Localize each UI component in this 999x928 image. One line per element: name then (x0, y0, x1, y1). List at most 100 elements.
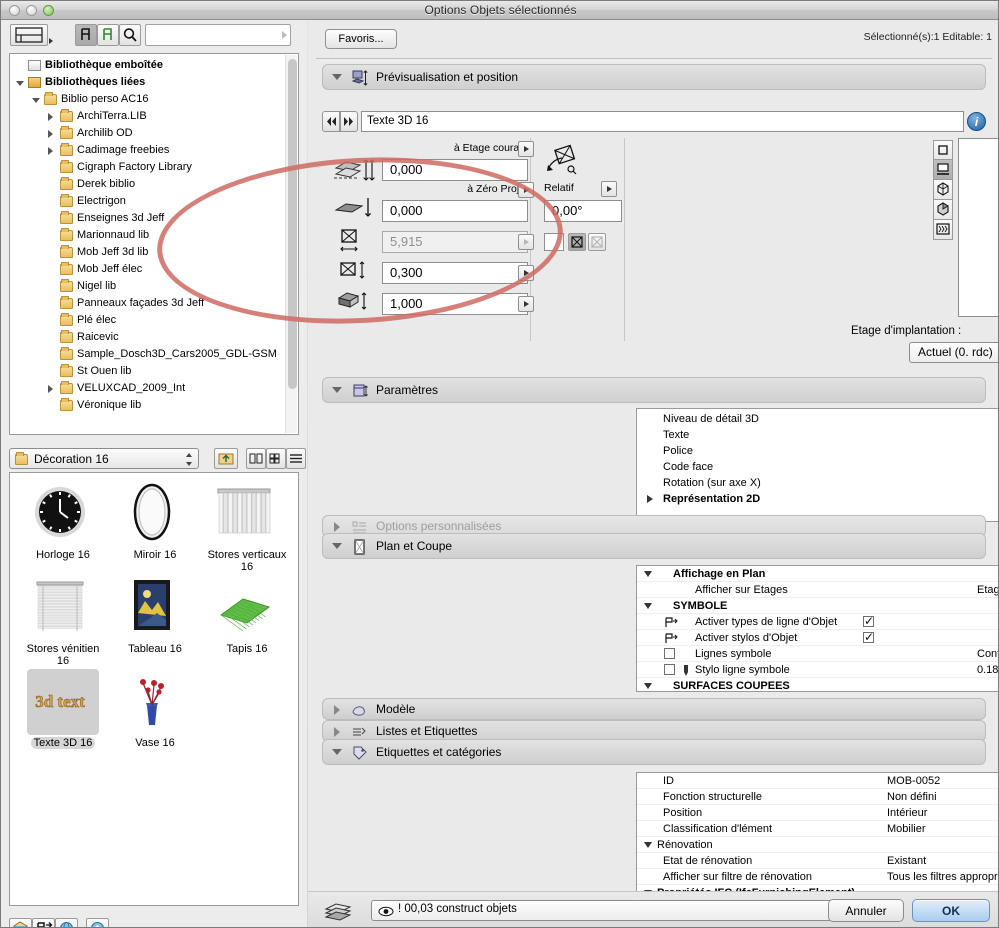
table-row[interactable]: ID MOB-0052 (637, 773, 998, 789)
table-row[interactable]: Position Intérieur (637, 805, 998, 821)
section-header-model[interactable]: Modèle (322, 698, 986, 720)
object-item[interactable]: Tableau 16 (112, 575, 198, 655)
preview-2d-icon[interactable] (933, 160, 953, 180)
list-view-small-icon[interactable] (286, 448, 306, 469)
tree-item[interactable]: Electrigon (10, 193, 284, 210)
globe-icon[interactable] (55, 918, 78, 927)
large-icons-view-icon[interactable] (246, 448, 266, 469)
folder-up-icon[interactable] (214, 448, 238, 469)
tree-item[interactable]: Mob Jeff 3d lib (10, 244, 284, 261)
plan-view-icon[interactable] (933, 140, 953, 160)
tree-item[interactable]: Mob Jeff élec (10, 261, 284, 278)
object-width-input[interactable]: 5,915 (382, 231, 528, 253)
table-row[interactable]: Fonction structurelle Non défini (637, 789, 998, 805)
table-row[interactable]: Etat de rénovation Existant (637, 853, 998, 869)
row-checkbox[interactable] (863, 629, 874, 645)
home-storey-select[interactable]: Actuel (0. rdc) (909, 342, 998, 363)
parameters-table[interactable]: Niveau de détail 3DDétailléTexteAntonell… (636, 408, 998, 522)
mirror-x-icon[interactable] (568, 233, 586, 251)
mirror-y-icon[interactable] (588, 233, 606, 251)
library-manager-icon[interactable] (9, 918, 32, 927)
tree-twisty[interactable] (48, 113, 53, 121)
table-row[interactable]: Stylo ligne symbole0.18 mm235 (637, 662, 998, 678)
object-item[interactable]: 3d text Texte 3D 16 (20, 669, 106, 749)
chevron-right-icon[interactable] (647, 495, 653, 503)
tree-item[interactable]: Cigraph Factory Library (10, 159, 284, 176)
table-row[interactable]: Représentation 2D (637, 491, 998, 507)
elevation-zero-input[interactable]: 0,000 (382, 200, 528, 222)
object-depth-stepper[interactable] (518, 296, 534, 312)
row-toggle-checkbox[interactable] (664, 648, 675, 659)
tree-twisty[interactable] (32, 98, 40, 103)
object-preview[interactable]: Antonelle (958, 138, 998, 317)
row-toggle-checkbox[interactable] (664, 664, 675, 675)
tree-item[interactable]: Archilib OD (10, 125, 284, 142)
table-row[interactable]: Activer types de ligne d'Objet (637, 613, 998, 630)
tree-item[interactable]: Bibliothèque emboîtée (10, 57, 284, 74)
tree-scroll-thumb[interactable] (288, 59, 297, 389)
chevron-down-icon[interactable] (644, 571, 652, 577)
tree-item[interactable]: Véronique lib (10, 397, 284, 414)
chevron-down-icon[interactable] (644, 603, 652, 609)
table-row[interactable]: Lignes symbole Continu (637, 646, 998, 662)
place-object-icon[interactable] (32, 918, 55, 927)
chair-green-icon[interactable] (97, 24, 119, 46)
tree-item[interactable]: Panneaux façades 3d Jeff (10, 295, 284, 312)
rotation-input[interactable]: 0,00° (544, 200, 622, 222)
elevation-current-stepper[interactable] (518, 141, 534, 157)
cancel-button[interactable]: Annuler (828, 899, 904, 922)
chevron-updown-icon[interactable] (186, 453, 193, 466)
tree-item[interactable]: St Ouen lib (10, 363, 284, 380)
editable-params-icon[interactable] (933, 220, 953, 240)
object-height-input[interactable]: 0,300 (382, 262, 528, 284)
tree-twisty[interactable] (48, 147, 53, 155)
tree-item[interactable]: Plé élec (10, 312, 284, 329)
tree-item[interactable]: Marionnaud lib (10, 227, 284, 244)
section-header-tags[interactable]: Etiquettes et catégories (322, 739, 986, 765)
chevron-down-icon[interactable] (332, 543, 342, 549)
search-icon[interactable] (119, 24, 141, 46)
elevation-zero-stepper[interactable] (518, 182, 534, 198)
chevron-down-icon[interactable] (332, 749, 342, 755)
table-row[interactable]: Afficher sur Etages Etage d'implantation … (637, 582, 998, 598)
tree-item[interactable]: Enseignes 3d Jeff (10, 210, 284, 227)
chevron-right-icon[interactable] (334, 727, 340, 737)
library-tree[interactable]: Bibliothèque emboîtée Bibliothèques liées… (9, 53, 299, 435)
table-row[interactable]: Afficher sur filtre de rénovation Tous le… (637, 869, 998, 885)
tree-item[interactable]: Biblio perso AC16 (10, 91, 284, 108)
table-row[interactable]: SYMBOLE (637, 598, 998, 614)
layer-select[interactable]: ! 00,03 construct objets (371, 900, 896, 921)
chevron-down-icon[interactable] (332, 74, 342, 80)
rotation-stepper[interactable] (601, 181, 617, 197)
section-header-preview[interactable]: Prévisualisation et position (322, 64, 986, 90)
tree-item[interactable]: Cadimage freebies (10, 142, 284, 159)
tree-twisty[interactable] (48, 130, 53, 138)
favorites-button[interactable]: Favoris... (325, 29, 397, 49)
tree-item[interactable]: Nigel lib (10, 278, 284, 295)
object-item[interactable]: Vase 16 (112, 669, 198, 749)
table-row[interactable]: Niveau de détail 3DDétaillé (637, 411, 998, 427)
chevron-down-icon[interactable] (332, 387, 342, 393)
tree-item[interactable]: Raicevic (10, 329, 284, 346)
table-row[interactable]: Rénovation (637, 837, 998, 853)
view-mode-toolbar[interactable] (933, 140, 953, 240)
chevron-right-icon[interactable] (49, 38, 53, 44)
object-thumbnail-grid[interactable]: Horloge 16 Miroir 16 Stores verticaux 16 St… (9, 472, 299, 906)
tree-item[interactable]: VELUXCAD_2009_Int (10, 380, 284, 397)
object-name-input[interactable]: Texte 3D 16 (361, 111, 964, 132)
chair-black-icon[interactable] (75, 24, 97, 46)
section-header-plan[interactable]: Plan et Coupe (322, 533, 986, 559)
plan-table[interactable]: Affichage en Plan Afficher sur Etages Etag… (636, 565, 998, 692)
tags-table[interactable]: ID MOB-0052 Fonction structurelle Non défin… (636, 772, 998, 907)
object-height-stepper[interactable] (518, 265, 534, 281)
mirror-none-button[interactable] (544, 233, 564, 251)
section-header-parameters[interactable]: Paramètres (322, 377, 986, 403)
eye-icon[interactable] (378, 905, 394, 918)
tree-item[interactable]: ArchiTerra.LIB (10, 108, 284, 125)
small-icons-view-icon[interactable] (266, 448, 286, 469)
3d-solid-icon[interactable] (933, 200, 953, 220)
folder-select[interactable]: Décoration 16 (9, 448, 199, 469)
table-row[interactable]: Code faceNormal (637, 459, 998, 475)
object-item[interactable]: Tapis 16 (204, 575, 290, 655)
list-view-icon[interactable] (10, 24, 48, 46)
